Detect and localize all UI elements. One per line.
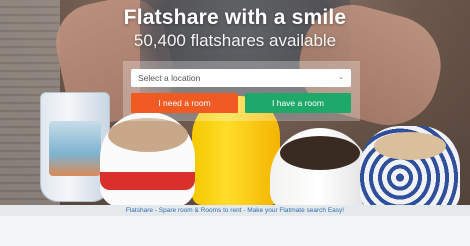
page-subtitle: 50,400 flatshares available — [133, 31, 337, 50]
coffee — [280, 136, 360, 170]
chevron-down-icon: ⌄ — [338, 74, 344, 81]
have-room-button[interactable]: I have a room — [245, 93, 351, 113]
tea — [108, 118, 188, 152]
need-room-button[interactable]: I need a room — [131, 93, 238, 113]
mug-red-stripe — [100, 112, 195, 205]
page-title: Flatshare with a smile — [123, 6, 347, 29]
hero-banner: Flatshare with a smile 50,400 flatshares… — [0, 0, 470, 205]
mug-stripe — [100, 172, 195, 190]
location-select[interactable]: Select a location ⌄ — [131, 69, 351, 87]
location-select-label: Select a location — [138, 73, 201, 83]
footer-tagline[interactable]: Flatshare - Spare room & Rooms to rent -… — [0, 205, 470, 216]
tea — [374, 132, 446, 160]
mug-blue-pattern — [360, 126, 460, 205]
mug-print — [49, 121, 101, 176]
mug-white-coffee — [270, 128, 370, 205]
